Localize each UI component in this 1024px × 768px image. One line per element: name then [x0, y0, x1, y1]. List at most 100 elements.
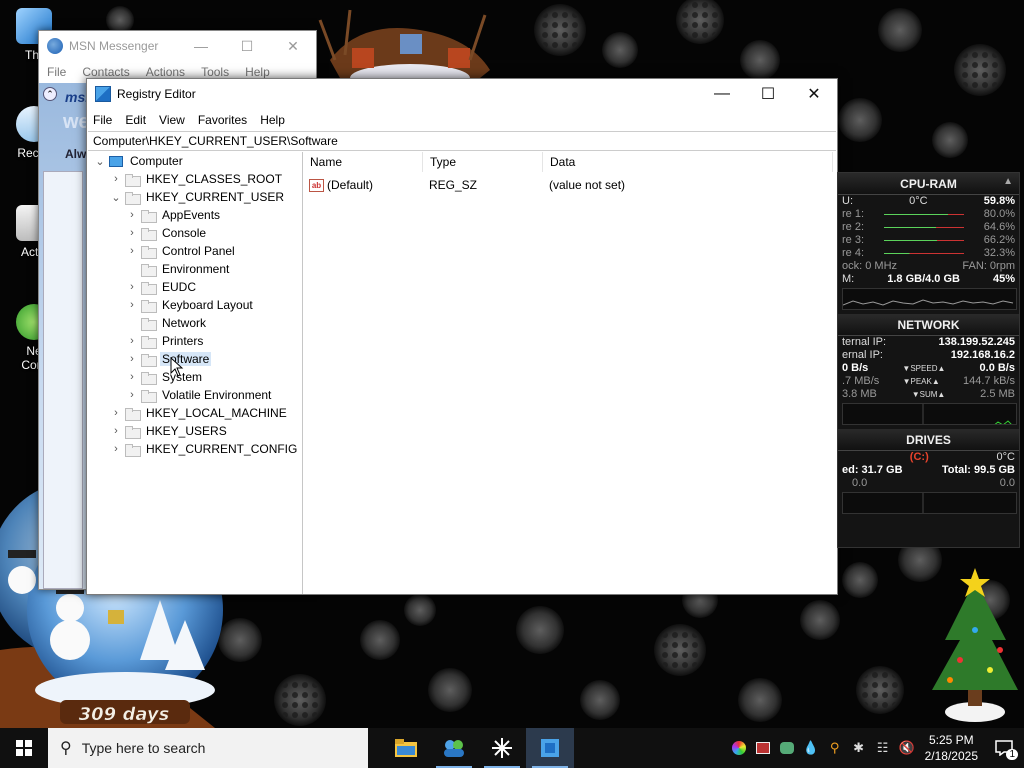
- drives-title: DRIVES: [906, 432, 951, 447]
- expand-arrow-icon[interactable]: ›: [125, 209, 139, 221]
- peak-down: .7 MB/s: [842, 375, 880, 387]
- tree-node[interactable]: › EUDC: [125, 278, 198, 296]
- search-box[interactable]: ⚲ Type here to search: [48, 728, 368, 768]
- registry-tree[interactable]: ⌄ Computer › HKEY_CLASSES_ROOT ⌄ HKEY_CURRENT…: [87, 152, 303, 594]
- start-button[interactable]: [0, 728, 48, 768]
- tray-drop-icon[interactable]: 💧: [799, 728, 823, 768]
- expand-arrow-icon[interactable]: ›: [125, 245, 139, 257]
- core-label: re 1:: [842, 208, 865, 220]
- expand-arrow-icon[interactable]: ›: [109, 443, 123, 455]
- tray-search-icon[interactable]: ⚲: [823, 728, 847, 768]
- core-percent: 64.6%: [983, 221, 1015, 233]
- expand-arrow-icon[interactable]: ›: [125, 335, 139, 347]
- taskbar-app-3[interactable]: [478, 728, 526, 768]
- tree-node[interactable]: › AppEvents: [125, 206, 222, 224]
- tree-node[interactable]: › Printers: [125, 332, 205, 350]
- msn-app-icon: [47, 38, 63, 54]
- drive-usage-row: ed: 31.7 GB Total: 99.5 GB: [838, 464, 1019, 477]
- maximize-button[interactable]: ☐: [745, 79, 791, 109]
- volume-muted-icon[interactable]: 🔇: [895, 728, 919, 768]
- tree-node[interactable]: › HKEY_LOCAL_MACHINE: [109, 404, 289, 422]
- tree-node[interactable]: ⌄ HKEY_CURRENT_USER: [109, 188, 286, 206]
- core-usage-bar: [883, 240, 964, 241]
- expand-arrow-icon[interactable]: ›: [125, 353, 139, 365]
- regedit-menubar: File Edit View Favorites Help: [87, 109, 837, 131]
- network-header: NETWORK: [838, 314, 1019, 336]
- taskbar-msn-messenger[interactable]: [430, 728, 478, 768]
- value-row[interactable]: ab (Default) REG_SZ (value not set): [309, 176, 829, 194]
- menu-contacts[interactable]: Contacts: [82, 65, 129, 79]
- expand-arrow-icon[interactable]: ›: [125, 389, 139, 401]
- tree-node[interactable]: › HKEY_CLASSES_ROOT: [109, 170, 284, 188]
- collapse-arrow-icon[interactable]: ⌄: [109, 191, 123, 204]
- tray-people-icon[interactable]: [775, 728, 799, 768]
- peak-up: 144.7 kB/s: [963, 375, 1015, 387]
- collapse-chevron-icon[interactable]: ▲: [1003, 176, 1013, 187]
- column-header-type[interactable]: Type: [423, 152, 543, 172]
- tree-node[interactable]: › Software: [125, 350, 212, 368]
- taskbar-file-explorer[interactable]: [382, 728, 430, 768]
- network-icon[interactable]: ☷: [871, 728, 895, 768]
- folder-icon: [141, 245, 157, 259]
- expand-arrow-icon[interactable]: ›: [109, 173, 123, 185]
- tree-node[interactable]: › HKEY_CURRENT_CONFIG: [109, 440, 299, 458]
- menu-help[interactable]: Help: [245, 65, 270, 79]
- collapse-arrow-icon[interactable]: ⌄: [93, 155, 107, 168]
- maximize-button[interactable]: ☐: [224, 31, 270, 61]
- menu-file[interactable]: File: [47, 65, 66, 79]
- values-pane[interactable]: Name Type Data ab (Default) REG_SZ (valu…: [303, 152, 837, 594]
- sum-label: ▼SUM▲: [911, 390, 946, 399]
- speed-up: 0.0 B/s: [979, 362, 1015, 374]
- menu-favorites[interactable]: Favorites: [198, 113, 247, 127]
- menu-file[interactable]: File: [93, 113, 112, 127]
- clock[interactable]: 5:25 PM 2/18/2025: [919, 732, 984, 764]
- regedit-window-title: Registry Editor: [117, 87, 196, 101]
- folder-icon: [125, 407, 141, 421]
- menu-edit[interactable]: Edit: [125, 113, 146, 127]
- tree-node[interactable]: › Volatile Environment: [125, 386, 273, 404]
- regedit-titlebar[interactable]: Registry Editor — ☐ ✕: [87, 79, 837, 109]
- expand-arrow-icon[interactable]: ›: [109, 407, 123, 419]
- taskbar-registry-editor[interactable]: [526, 728, 574, 768]
- minimize-button[interactable]: —: [178, 31, 224, 61]
- tree-node[interactable]: Network: [125, 314, 208, 332]
- menu-tools[interactable]: Tools: [201, 65, 229, 79]
- drive-read: 0.0: [852, 477, 868, 489]
- menu-view[interactable]: View: [159, 113, 185, 127]
- notification-center-button[interactable]: 1: [984, 728, 1024, 768]
- tree-node[interactable]: › HKEY_USERS: [109, 422, 229, 440]
- tray-color-icon[interactable]: [727, 728, 751, 768]
- collapse-icon[interactable]: ⌃: [43, 87, 57, 101]
- clock-row: ock: 0 MHz FAN: 0rpm: [838, 260, 1019, 273]
- mouse-cursor-icon: [170, 357, 184, 377]
- menu-actions[interactable]: Actions: [146, 65, 185, 79]
- address-bar[interactable]: Computer\HKEY_CURRENT_USER\Software: [88, 131, 836, 151]
- tree-node[interactable]: Environment: [125, 260, 231, 278]
- tree-node[interactable]: › Control Panel: [125, 242, 237, 260]
- expand-arrow-icon[interactable]: ›: [109, 425, 123, 437]
- tree-node[interactable]: › Console: [125, 224, 208, 242]
- tray-snowflake-icon[interactable]: ✱: [847, 728, 871, 768]
- system-monitor-gadget: CPU-RAM ▲ U: 0°C 59.8% re 1: 80.0% re 2: 64…: [837, 172, 1020, 548]
- close-button[interactable]: ✕: [791, 79, 837, 109]
- cpu-ram-header: CPU-RAM ▲: [838, 173, 1019, 195]
- minimize-button[interactable]: —: [699, 79, 745, 109]
- registry-editor-window[interactable]: Registry Editor — ☐ ✕ File Edit View Fav…: [86, 78, 838, 595]
- tray-app-icon[interactable]: [751, 728, 775, 768]
- expand-arrow-icon[interactable]: ›: [125, 371, 139, 383]
- tree-node[interactable]: › System: [125, 368, 204, 386]
- expand-arrow-icon[interactable]: ›: [125, 299, 139, 311]
- folder-icon: [141, 371, 157, 385]
- column-header-data[interactable]: Data: [543, 152, 833, 172]
- tree-node[interactable]: ⌄ Computer: [93, 152, 185, 170]
- expand-arrow-icon[interactable]: ›: [125, 227, 139, 239]
- close-button[interactable]: ✕: [270, 31, 316, 61]
- expand-arrow-icon[interactable]: ›: [125, 281, 139, 293]
- tree-node[interactable]: › Keyboard Layout: [125, 296, 255, 314]
- tree-node-label: HKEY_CURRENT_USER: [146, 190, 285, 204]
- snowflake-icon: [492, 738, 512, 758]
- msn-titlebar[interactable]: MSN Messenger — ☐ ✕: [39, 31, 316, 61]
- menu-help[interactable]: Help: [260, 113, 285, 127]
- folder-icon: [395, 739, 417, 757]
- column-header-name[interactable]: Name: [303, 152, 423, 172]
